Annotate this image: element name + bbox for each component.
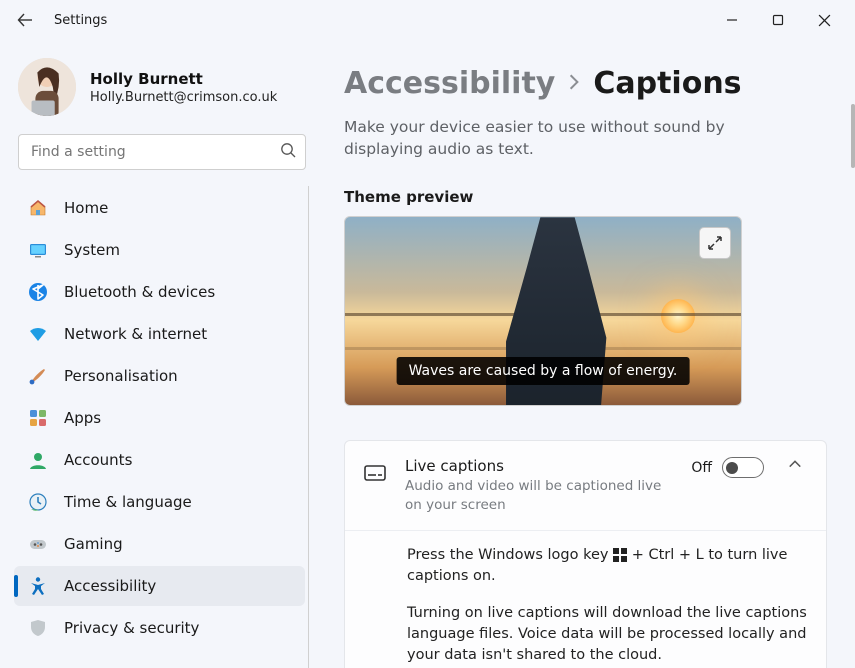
preview-caption: Waves are caused by a flow of energy.: [397, 357, 690, 385]
live-captions-body: Press the Windows logo key + Ctrl + L to…: [345, 530, 826, 668]
nav-list: Home System Bluetooth & devices Network …: [14, 186, 310, 668]
scrollbar[interactable]: [851, 104, 855, 168]
sidebar-item-label: Bluetooth & devices: [64, 283, 215, 301]
accounts-icon: [28, 450, 48, 470]
chevron-up-icon: [788, 457, 802, 471]
back-arrow-icon: [17, 12, 33, 28]
sidebar: Holly Burnett Holly.Burnett@crimson.co.u…: [0, 40, 320, 668]
sidebar-item-personalisation[interactable]: Personalisation: [14, 356, 305, 396]
window-minimize-button[interactable]: [709, 3, 755, 37]
shield-icon: [28, 618, 48, 638]
profile-email: Holly.Burnett@crimson.co.uk: [90, 90, 277, 105]
profile-block[interactable]: Holly Burnett Holly.Burnett@crimson.co.u…: [18, 58, 306, 116]
theme-preview-label: Theme preview: [344, 188, 831, 206]
live-captions-header[interactable]: Live captions Audio and video will be ca…: [345, 441, 826, 529]
sidebar-item-label: Apps: [64, 409, 101, 427]
profile-name: Holly Burnett: [90, 70, 277, 88]
sidebar-item-label: Accessibility: [64, 577, 156, 595]
page-subtitle: Make your device easier to use without s…: [344, 117, 804, 160]
sidebar-item-accessibility[interactable]: Accessibility: [14, 566, 305, 606]
sidebar-item-privacy[interactable]: Privacy & security: [14, 608, 305, 648]
sidebar-item-label: System: [64, 241, 120, 259]
search-input[interactable]: [18, 134, 306, 170]
expand-preview-button[interactable]: [699, 227, 731, 259]
toggle-state-label: Off: [691, 460, 712, 476]
minimize-icon: [726, 14, 738, 26]
search-field[interactable]: [18, 134, 306, 170]
live-captions-card: Live captions Audio and video will be ca…: [344, 440, 827, 668]
sidebar-item-home[interactable]: Home: [14, 188, 305, 228]
windows-key-icon: [613, 548, 627, 562]
live-captions-toggle[interactable]: [722, 457, 764, 478]
titlebar: Settings: [0, 0, 855, 40]
brush-icon: [28, 366, 48, 386]
window-maximize-button[interactable]: [755, 3, 801, 37]
expand-icon: [707, 235, 723, 251]
apps-icon: [28, 408, 48, 428]
sidebar-item-gaming[interactable]: Gaming: [14, 524, 305, 564]
sidebar-item-system[interactable]: System: [14, 230, 305, 270]
sidebar-item-label: Personalisation: [64, 367, 178, 385]
sidebar-item-network[interactable]: Network & internet: [14, 314, 305, 354]
sidebar-item-label: Privacy & security: [64, 619, 199, 637]
back-button[interactable]: [8, 3, 42, 37]
sidebar-item-time[interactable]: Time & language: [14, 482, 305, 522]
close-icon: [818, 14, 831, 27]
live-captions-desc: Audio and video will be captioned live o…: [405, 477, 673, 513]
system-icon: [28, 240, 48, 260]
sidebar-item-label: Gaming: [64, 535, 123, 553]
sidebar-item-accounts[interactable]: Accounts: [14, 440, 305, 480]
wifi-icon: [28, 324, 48, 344]
gaming-icon: [28, 534, 48, 554]
live-captions-title: Live captions: [405, 457, 673, 475]
sidebar-item-label: Time & language: [64, 493, 192, 511]
bluetooth-icon: [28, 282, 48, 302]
captions-icon: [363, 461, 387, 485]
window-title: Settings: [54, 13, 107, 28]
body-text-pre: Press the Windows logo key: [407, 547, 608, 563]
sidebar-item-label: Network & internet: [64, 325, 207, 343]
body-text-2: Turning on live captions will download t…: [407, 603, 808, 666]
sidebar-item-bluetooth[interactable]: Bluetooth & devices: [14, 272, 305, 312]
sidebar-item-apps[interactable]: Apps: [14, 398, 305, 438]
chevron-right-icon: [565, 73, 583, 95]
home-icon: [28, 198, 48, 218]
expand-section-button[interactable]: [782, 457, 808, 471]
breadcrumb-parent[interactable]: Accessibility: [344, 66, 555, 101]
maximize-icon: [772, 14, 784, 26]
window-close-button[interactable]: [801, 3, 847, 37]
theme-preview: Waves are caused by a flow of energy.: [344, 216, 742, 406]
clock-icon: [28, 492, 48, 512]
content-pane: Accessibility Captions Make your device …: [320, 40, 855, 668]
accessibility-icon: [28, 576, 48, 596]
sidebar-item-label: Accounts: [64, 451, 132, 469]
breadcrumb: Accessibility Captions: [344, 66, 831, 101]
breadcrumb-current: Captions: [593, 66, 741, 101]
avatar: [18, 58, 76, 116]
sidebar-item-label: Home: [64, 199, 108, 217]
